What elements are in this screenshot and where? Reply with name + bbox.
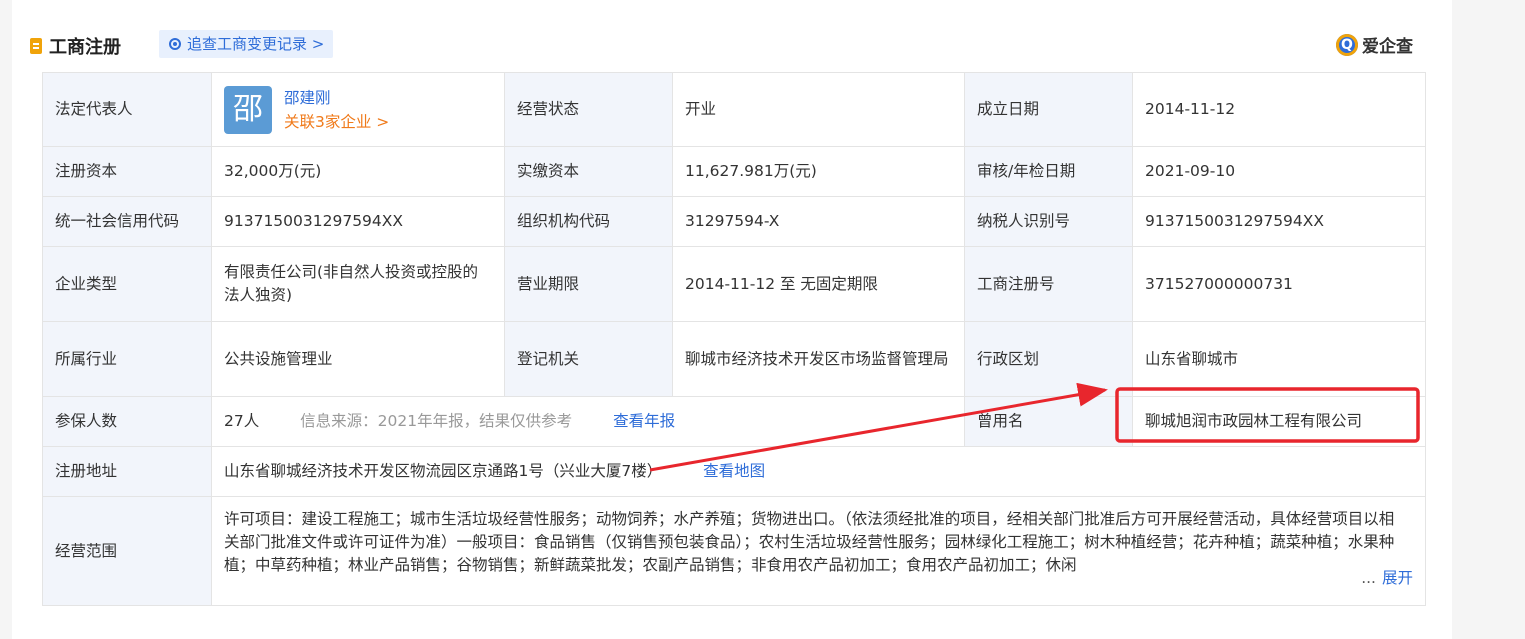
paid-capital-label: 实缴资本 [504,146,673,197]
status-value: 开业 [672,72,965,147]
authority-value: 聊城市经济技术开发区市场监督管理局 [672,321,965,397]
reg-capital-label: 注册资本 [42,146,212,197]
reg-number-value: 371527000000731 [1132,246,1426,322]
scope-expand: ... 展开 [1357,564,1413,593]
industry-label: 所属行业 [42,321,212,397]
scope-ellipsis: ... [1361,569,1376,587]
founded-value: 2014-11-12 [1132,72,1426,147]
brand-name: 爱企查 [1362,37,1413,57]
insured-value: 27人 [224,412,260,430]
legal-rep-cell: 邵 邵建刚 关联3家企业 > [211,72,505,147]
reg-capital-value: 32,000万(元) [211,146,505,197]
view-map-link[interactable]: 查看地图 [703,462,765,480]
authority-label: 登记机关 [504,321,673,397]
org-code-label: 组织机构代码 [504,196,673,247]
industry-value: 公共设施管理业 [211,321,505,397]
insured-label: 参保人数 [42,396,212,447]
table-row: 企业类型 有限责任公司(非自然人投资或控股的法人独资) 营业期限 2014-11… [42,246,1426,322]
change-record-link[interactable]: 追查工商变更记录 > [159,30,334,58]
scope-value: 许可项目：建设工程施工；城市生活垃圾经营性服务；动物饲养；水产养殖；货物进出口。… [224,509,1395,574]
table-row: 经营范围 许可项目：建设工程施工；城市生活垃圾经营性服务；动物饲养；水产养殖；货… [42,496,1426,606]
legal-rep-label: 法定代表人 [42,72,212,147]
company-type-label: 企业类型 [42,246,212,322]
brand-q-icon: Q [1336,33,1358,56]
reg-number-label: 工商注册号 [964,246,1133,322]
table-row: 所属行业 公共设施管理业 登记机关 聊城市经济技术开发区市场监督管理局 行政区划… [42,321,1426,397]
address-label: 注册地址 [42,446,212,497]
audit-date-value: 2021-09-10 [1132,146,1426,197]
region-value: 山东省聊城市 [1132,321,1426,397]
paid-capital-value: 11,627.981万(元) [672,146,965,197]
table-row: 注册资本 32,000万(元) 实缴资本 11,627.981万(元) 审核/年… [42,146,1426,197]
avatar[interactable]: 邵 [224,85,272,134]
status-label: 经营状态 [504,72,673,147]
related-companies-link[interactable]: 关联3家企业 > [284,110,389,134]
founded-label: 成立日期 [964,72,1133,147]
view-annual-report-link[interactable]: 查看年报 [613,412,675,430]
table-row: 注册地址 山东省聊城经济技术开发区物流园区京通路1号（兴业大厦7楼） 查看地图 [42,446,1426,497]
brand-logo[interactable]: Q 爱企查 [1336,32,1413,57]
section-title: 工商注册 [49,37,121,58]
page-gutter [1452,0,1525,639]
table-row: 参保人数 27人 信息来源：2021年年报，结果仅供参考 查看年报 曾用名 聊城… [42,396,1426,447]
document-icon [30,38,42,54]
insured-cell: 27人 信息来源：2021年年报，结果仅供参考 查看年报 [211,396,965,447]
address-cell: 山东省聊城经济技术开发区物流园区京通路1号（兴业大厦7楼） 查看地图 [211,446,1426,497]
former-name-value: 聊城旭润市政园林工程有限公司 [1132,396,1426,447]
registration-table: 法定代表人 邵 邵建刚 关联3家企业 > 经营状态 开业 成立日期 2014-1… [42,72,1426,606]
business-term-value: 2014-11-12 至 无固定期限 [672,246,965,322]
table-row: 统一社会信用代码 9137150031297594XX 组织机构代码 31297… [42,196,1426,247]
company-type-value: 有限责任公司(非自然人投资或控股的法人独资) [211,246,505,322]
credit-code-value: 9137150031297594XX [211,196,505,247]
expand-link[interactable]: 展开 [1382,569,1413,587]
section-title-wrap: 工商注册 [30,33,121,59]
business-term-label: 营业期限 [504,246,673,322]
audit-date-label: 审核/年检日期 [964,146,1133,197]
address-value: 山东省聊城经济技术开发区物流园区京通路1号（兴业大厦7楼） [224,462,663,480]
section-header: 工商注册 追查工商变更记录 > Q 爱企查 [30,30,1413,60]
change-record-label: 追查工商变更记录 > [187,35,325,53]
legal-rep-name-link[interactable]: 邵建刚 [284,86,389,110]
credit-code-label: 统一社会信用代码 [42,196,212,247]
former-name-label: 曾用名 [964,396,1133,447]
insured-source-note: 信息来源：2021年年报，结果仅供参考 [300,412,573,430]
target-icon [169,38,181,50]
region-label: 行政区划 [964,321,1133,397]
scope-cell: 许可项目：建设工程施工；城市生活垃圾经营性服务；动物饲养；水产养殖；货物进出口。… [211,496,1426,606]
table-row: 法定代表人 邵 邵建刚 关联3家企业 > 经营状态 开业 成立日期 2014-1… [42,72,1426,147]
scope-label: 经营范围 [42,496,212,606]
taxpayer-id-label: 纳税人识别号 [964,196,1133,247]
taxpayer-id-value: 9137150031297594XX [1132,196,1426,247]
org-code-value: 31297594-X [672,196,965,247]
